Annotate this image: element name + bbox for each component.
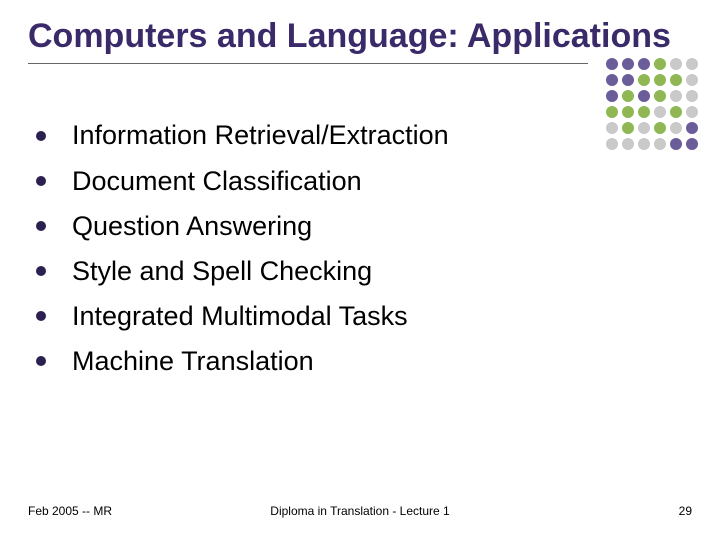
footer: Feb 2005 -- MR Diploma in Translation - … (0, 504, 720, 518)
decorative-dots (606, 58, 698, 150)
dot-icon (638, 58, 650, 70)
dot-icon (622, 138, 634, 150)
dot-icon (670, 58, 682, 70)
dot-icon (654, 138, 666, 150)
dot-icon (686, 122, 698, 134)
dot-icon (654, 74, 666, 86)
dot-icon (606, 58, 618, 70)
bullet-icon (36, 221, 46, 231)
slide-title: Computers and Language: Applications (28, 16, 692, 57)
dot-icon (654, 90, 666, 102)
dot-icon (638, 122, 650, 134)
dot-icon (606, 122, 618, 134)
list-item: Question Answering (36, 209, 720, 244)
dot-icon (606, 74, 618, 86)
dot-icon (638, 138, 650, 150)
bullet-icon (36, 311, 46, 321)
dot-icon (686, 106, 698, 118)
dot-icon (622, 122, 634, 134)
list-item: Machine Translation (36, 344, 720, 379)
dot-icon (622, 90, 634, 102)
dot-icon (638, 74, 650, 86)
bullet-icon (36, 356, 46, 366)
dot-icon (670, 138, 682, 150)
dot-icon (670, 90, 682, 102)
bullet-text: Question Answering (72, 209, 312, 244)
dot-icon (622, 74, 634, 86)
dot-icon (670, 74, 682, 86)
footer-center: Diploma in Translation - Lecture 1 (270, 504, 449, 518)
dot-icon (606, 106, 618, 118)
dot-icon (654, 58, 666, 70)
dot-icon (638, 106, 650, 118)
footer-right: 29 (679, 504, 692, 518)
bullet-text: Machine Translation (72, 344, 314, 379)
dot-icon (622, 106, 634, 118)
bullet-icon (36, 176, 46, 186)
title-underline (28, 63, 588, 64)
dot-icon (638, 90, 650, 102)
list-item: Style and Spell Checking (36, 254, 720, 289)
list-item: Document Classification (36, 164, 720, 199)
bullet-text: Document Classification (72, 164, 362, 199)
bullet-text: Integrated Multimodal Tasks (72, 299, 408, 334)
bullet-icon (36, 266, 46, 276)
dot-icon (606, 138, 618, 150)
dot-icon (686, 138, 698, 150)
dot-icon (606, 90, 618, 102)
dot-icon (670, 106, 682, 118)
dot-icon (686, 74, 698, 86)
bullet-icon (36, 131, 46, 141)
dot-icon (622, 58, 634, 70)
bullet-text: Style and Spell Checking (72, 254, 372, 289)
list-item: Integrated Multimodal Tasks (36, 299, 720, 334)
dot-icon (686, 58, 698, 70)
footer-left: Feb 2005 -- MR (28, 504, 112, 518)
dot-icon (686, 90, 698, 102)
dot-icon (670, 122, 682, 134)
dot-icon (654, 122, 666, 134)
bullet-text: Information Retrieval/Extraction (72, 118, 449, 153)
dot-icon (654, 106, 666, 118)
